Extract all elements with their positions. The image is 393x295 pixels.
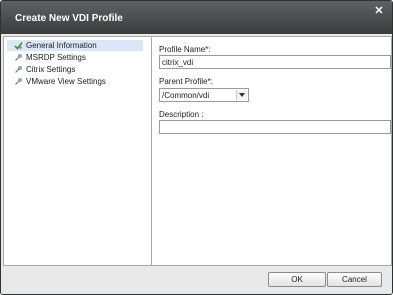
pin-icon <box>15 54 22 61</box>
nav-item-general-information[interactable]: General Information <box>7 40 143 51</box>
chevron-down-icon <box>236 90 247 100</box>
nav-item-label: VMware View Settings <box>26 77 106 86</box>
description-input[interactable] <box>159 120 391 134</box>
profile-name-input[interactable]: citrix_vdi <box>159 55 391 69</box>
description-label: Description : <box>159 110 204 119</box>
general-information-form: Profile Name*: citrix_vdi Parent Profile… <box>159 37 391 265</box>
cancel-button[interactable]: Cancel <box>327 272 382 287</box>
nav-item-label: Citrix Settings <box>26 65 76 74</box>
ok-button[interactable]: OK <box>268 272 326 287</box>
checkmark-icon <box>14 42 23 50</box>
dialog-title: Create New VDI Profile <box>15 13 123 24</box>
close-button[interactable]: ✕ <box>374 5 384 17</box>
nav-item-msrdp-settings[interactable]: MSRDP Settings <box>7 52 143 63</box>
create-vdi-profile-dialog: Create New VDI Profile ✕ General Informa… <box>0 0 393 295</box>
dialog-footer: OK Cancel <box>1 266 392 294</box>
parent-profile-value: /Common/vdi <box>162 90 210 100</box>
nav-item-citrix-settings[interactable]: Citrix Settings <box>7 64 143 75</box>
parent-profile-label: Parent Profile*: <box>159 77 213 86</box>
dialog-content: General Information MSRDP Settings Citri… <box>3 36 392 266</box>
nav-item-label: General Information <box>26 41 97 50</box>
settings-nav: General Information MSRDP Settings Citri… <box>4 37 152 265</box>
pin-icon <box>15 66 22 73</box>
profile-name-value: citrix_vdi <box>162 57 194 67</box>
nav-item-vmware-view-settings[interactable]: VMware View Settings <box>7 76 143 87</box>
dialog-titlebar: Create New VDI Profile ✕ <box>1 1 392 34</box>
nav-item-label: MSRDP Settings <box>26 53 86 62</box>
close-icon: ✕ <box>374 5 384 17</box>
pin-icon <box>15 78 22 85</box>
profile-name-label: Profile Name*: <box>159 45 211 54</box>
parent-profile-select[interactable]: /Common/vdi <box>159 88 249 102</box>
